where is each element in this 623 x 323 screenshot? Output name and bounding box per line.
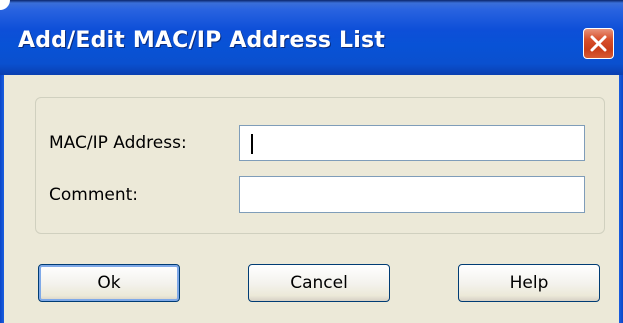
window-frame-left xyxy=(0,75,4,323)
dialog-title: Add/Edit MAC/IP Address List xyxy=(18,28,386,53)
comment-input[interactable] xyxy=(239,176,585,213)
title-bar[interactable]: Add/Edit MAC/IP Address List xyxy=(0,0,623,75)
help-button[interactable]: Help xyxy=(458,264,600,302)
mac-ip-address-label: MAC/IP Address: xyxy=(49,133,187,153)
window-frame-right xyxy=(619,75,623,323)
comment-label: Comment: xyxy=(49,185,139,205)
ok-button[interactable]: Ok xyxy=(38,264,180,302)
close-button[interactable] xyxy=(583,28,614,59)
cancel-button[interactable]: Cancel xyxy=(248,264,390,302)
dialog-window: Add/Edit MAC/IP Address List MAC/IP Addr… xyxy=(0,0,623,323)
close-x-icon xyxy=(590,35,607,52)
title-bar-corner xyxy=(0,0,10,10)
mac-ip-address-input[interactable] xyxy=(239,125,585,161)
text-caret xyxy=(251,134,253,154)
form-groupbox xyxy=(35,97,605,234)
